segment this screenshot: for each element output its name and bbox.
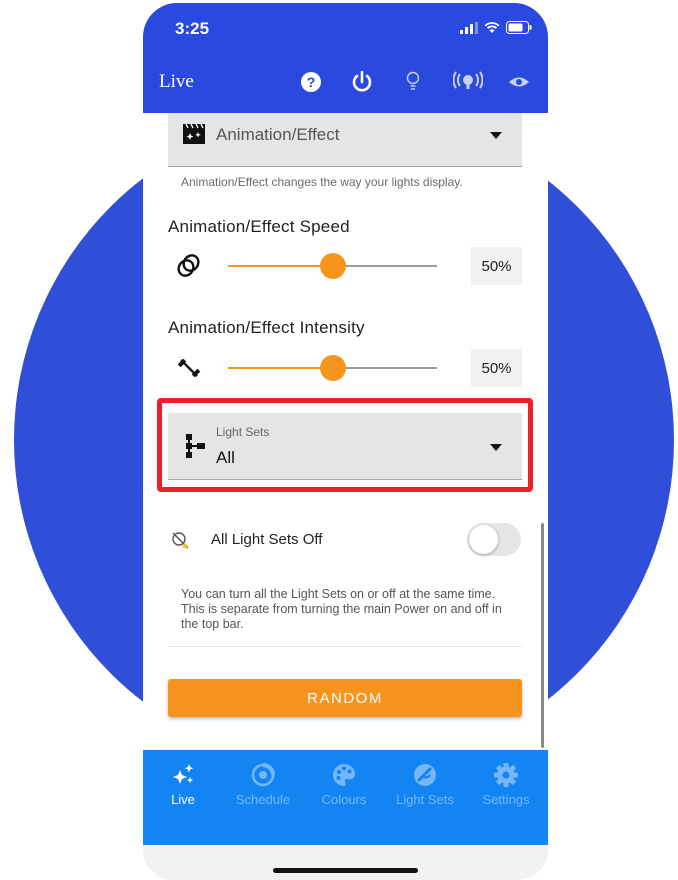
toggle-knob [469, 525, 498, 554]
broadcast-icon[interactable] [451, 69, 485, 95]
tab-live[interactable]: Live [143, 762, 223, 807]
power-icon[interactable] [349, 69, 375, 95]
highlight-box [157, 398, 533, 492]
speed-slider[interactable] [228, 253, 437, 279]
eye-icon[interactable] [506, 69, 532, 95]
home-indicator[interactable] [273, 868, 418, 873]
intensity-slider-fill [228, 367, 333, 369]
app-header: 3:25 Live ? [143, 3, 548, 113]
status-time: 3:25 [175, 19, 210, 38]
chevron-down-icon [490, 132, 502, 139]
status-icons [460, 21, 532, 34]
scrollbar[interactable] [541, 523, 544, 748]
tab-light-sets[interactable]: Light Sets [385, 762, 465, 807]
home-indicator-area [143, 845, 548, 880]
battery-icon [506, 21, 532, 34]
phone-screen: 3:25 Live ? Animation/Effect Animation/E… [143, 3, 548, 880]
tab-bar: Live Schedule Colours Light Sets Setting… [143, 750, 548, 845]
tab-label: Settings [482, 792, 530, 807]
all-light-sets-off-toggle[interactable] [467, 523, 521, 556]
animation-effect-value: Animation/Effect [216, 125, 340, 144]
svg-text:?: ? [307, 74, 316, 90]
tab-label: Light Sets [396, 792, 454, 807]
bulb-icon[interactable] [400, 69, 426, 95]
intensity-slider[interactable] [228, 355, 437, 381]
divider [168, 646, 522, 647]
speed-title: Animation/Effect Speed [168, 217, 350, 236]
tab-label: Live [171, 792, 195, 807]
light-sets-icon [412, 762, 438, 788]
intensity-slider-thumb[interactable] [319, 355, 346, 381]
schedule-icon [250, 762, 276, 788]
intensity-value: 50% [471, 349, 522, 387]
clapperboard-icon [183, 123, 205, 144]
speed-slider-fill [228, 265, 333, 267]
palette-icon [331, 762, 357, 788]
animation-effect-dropdown[interactable]: Animation/Effect [168, 113, 522, 167]
intensity-title: Animation/Effect Intensity [168, 318, 365, 337]
tab-label: Schedule [235, 792, 291, 807]
signal-icon [460, 21, 478, 34]
all-light-sets-off-label: All Light Sets Off [211, 531, 323, 548]
help-icon[interactable]: ? [298, 69, 324, 95]
sparkles-icon [170, 762, 196, 788]
tab-schedule[interactable]: Schedule [223, 762, 303, 807]
gear-icon [493, 762, 519, 788]
tab-colours[interactable]: Colours [304, 762, 384, 807]
wifi-icon [484, 21, 500, 33]
bulb-off-icon [172, 532, 189, 549]
page-title: Live [159, 71, 194, 92]
all-off-note: You can turn all the Light Sets on or of… [181, 587, 502, 631]
tab-label: Colours [321, 792, 367, 807]
tab-settings[interactable]: Settings [466, 762, 546, 807]
live-content: Animation/Effect Animation/Effect change… [143, 113, 548, 753]
speed-value: 50% [471, 247, 522, 285]
animation-effect-helper: Animation/Effect changes the way your li… [181, 175, 463, 189]
dumbbell-icon [177, 358, 201, 378]
random-button[interactable]: RANDOM [168, 679, 522, 717]
speed-slider-thumb[interactable] [319, 253, 346, 279]
rings-icon [177, 254, 200, 277]
